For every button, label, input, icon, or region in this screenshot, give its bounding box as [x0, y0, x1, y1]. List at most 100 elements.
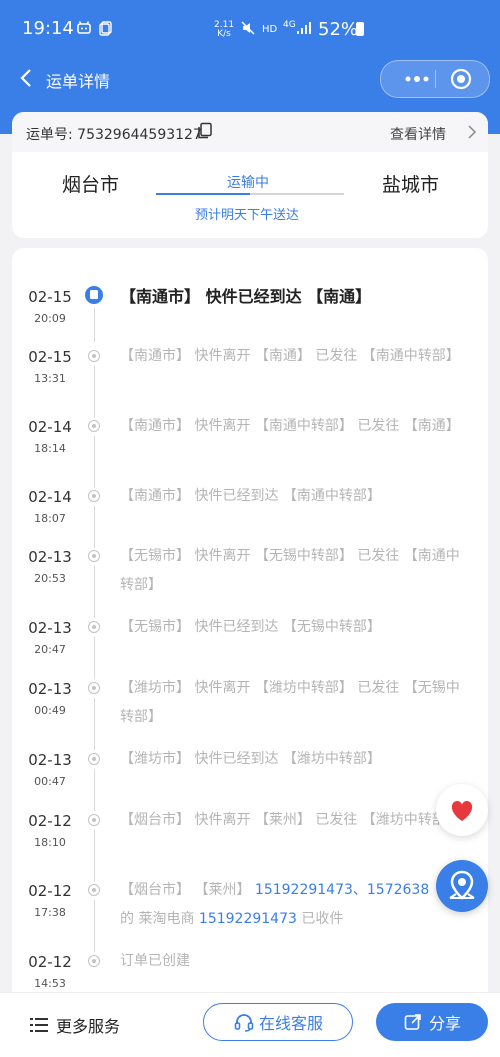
- headset-icon: [234, 1014, 254, 1032]
- tracking-timeline-card: 02-15 20:09 【南通市】 快件已经到达 【南通】 02-15 13:3…: [12, 248, 488, 1048]
- hd-indicator: HD: [262, 24, 278, 35]
- waybill-label: 运单号:: [26, 127, 73, 143]
- progress-track: [156, 193, 344, 195]
- customer-service-button[interactable]: 在线客服: [203, 1003, 353, 1041]
- capsule-divider: [435, 70, 436, 88]
- event-time: 00:47: [34, 775, 66, 788]
- timeline-connector: [94, 506, 95, 548]
- battery-percent: 52%: [318, 19, 359, 40]
- status-time: 19:14: [22, 18, 74, 39]
- mini-program-capsule: [380, 60, 490, 98]
- map-location-button[interactable]: [436, 860, 488, 912]
- event-date: 02-12: [28, 882, 72, 900]
- shipment-summary-card: 运单号: 75329644593127 查看详情 烟台市 运输中 盐城市 预计明…: [12, 112, 488, 238]
- event-date: 02-14: [28, 488, 72, 506]
- share-button[interactable]: 分享: [376, 1003, 488, 1041]
- close-miniprogram-icon[interactable]: [449, 67, 473, 91]
- event-date: 02-13: [28, 548, 72, 566]
- nav-bar: 运单详情: [0, 58, 500, 104]
- bottom-action-bar: 更多服务 在线客服 分享: [0, 992, 500, 1057]
- heart-icon: [451, 800, 473, 821]
- event-text: 【南通市】 快件已经到达 【南通中转部】: [120, 488, 381, 504]
- back-icon[interactable]: [14, 66, 38, 90]
- mute-icon: [240, 20, 256, 40]
- timeline-connector: [94, 900, 95, 952]
- courier-phone-link[interactable]: 15192291473、1572638: [255, 882, 429, 898]
- network-type: 4G: [283, 20, 296, 30]
- event-text: 【烟台市】 【莱州】 15192291473、1572638 的 莱淘电商 151…: [120, 876, 460, 934]
- event-time: 20:47: [34, 643, 66, 656]
- event-date: 02-15: [28, 348, 72, 366]
- share-icon: [404, 1014, 421, 1030]
- timeline-dot-icon: [88, 350, 100, 362]
- list-icon: [30, 1018, 48, 1032]
- battery-icon: [356, 22, 364, 36]
- timeline-connector: [94, 637, 95, 679]
- map-pin-icon: [449, 870, 475, 900]
- timeline-dot-icon: [88, 682, 100, 694]
- timeline-dot-icon: [88, 490, 100, 502]
- timeline-dot-icon: [88, 420, 100, 432]
- timeline-dot-icon: [88, 621, 100, 633]
- event-text: 【潍坊市】 快件已经到达 【潍坊中转部】: [120, 751, 381, 767]
- event-date: 02-13: [28, 680, 72, 698]
- timeline-dot-icon: [88, 955, 100, 967]
- event-text: 【无锡市】 快件已经到达 【无锡中转部】: [120, 619, 381, 635]
- waybill-number: 运单号: 75329644593127: [26, 124, 202, 144]
- destination-city: 盐城市: [382, 174, 440, 196]
- event-time: 13:31: [34, 372, 66, 385]
- timeline-connector: [94, 830, 95, 882]
- timeline-connector: [94, 698, 95, 750]
- more-services-button[interactable]: 更多服务: [30, 1013, 120, 1037]
- event-time: 20:53: [34, 572, 66, 585]
- timeline-dot-icon: [88, 753, 100, 765]
- net-speed-unit: K/s: [217, 29, 231, 39]
- event-time: 18:07: [34, 512, 66, 525]
- arrived-status-icon: [85, 286, 103, 304]
- more-services-label: 更多服务: [56, 1017, 121, 1036]
- event-text: 【南通市】 快件已经到达 【南通】: [120, 287, 372, 306]
- copy-notification-icon: [98, 20, 114, 40]
- event-date: 02-13: [28, 751, 72, 769]
- page-title: 运单详情: [46, 72, 111, 91]
- signal-icon: [296, 20, 312, 40]
- event-text-part: 的 莱淘电商: [120, 911, 199, 927]
- event-text: 订单已创建: [120, 953, 190, 969]
- timeline-dot-icon: [88, 814, 100, 826]
- view-detail-link[interactable]: 查看详情: [390, 124, 446, 144]
- event-date: 02-12: [28, 812, 72, 830]
- more-icon[interactable]: [397, 69, 437, 89]
- event-date: 02-14: [28, 418, 72, 436]
- estimated-delivery: 预计明天下午送达: [195, 208, 300, 223]
- person-dot-icon: [88, 884, 100, 896]
- waybill-value: 75329644593127: [77, 127, 202, 143]
- app-notification-icon: [76, 20, 92, 40]
- chevron-right-icon[interactable]: [466, 124, 478, 140]
- copy-icon[interactable]: [196, 122, 214, 140]
- shipping-status: 运输中: [227, 175, 269, 191]
- origin-city: 烟台市: [62, 174, 120, 196]
- status-bar: 19:14 2.11 K/s HD 4G 52%: [0, 0, 500, 58]
- timeline-connector: [94, 436, 95, 488]
- event-text: 【南通市】 快件离开 【南通中转部】 已发往 【南通】: [120, 418, 460, 434]
- event-time: 14:53: [34, 977, 66, 990]
- event-text: 【无锡市】 快件离开 【无锡中转部】 已发往 【南通中转部】: [120, 548, 460, 593]
- event-text-part: 【烟台市】 【莱州】: [120, 882, 255, 898]
- timeline-dot-icon: [88, 550, 100, 562]
- timeline-connector: [94, 566, 95, 618]
- event-time: 20:09: [34, 312, 66, 325]
- event-time: 18:10: [34, 836, 66, 849]
- event-text: 【烟台市】 快件离开 【莱州】 已发往 【潍坊中转部】: [120, 812, 460, 828]
- timeline-connector: [94, 366, 95, 418]
- favorite-button[interactable]: [436, 784, 488, 836]
- event-time: 18:14: [34, 442, 66, 455]
- event-date: 02-15: [28, 288, 72, 306]
- event-time: 00:49: [34, 704, 66, 717]
- timeline-connector: [94, 308, 95, 342]
- courier-phone-link[interactable]: 15192291473: [199, 911, 297, 927]
- timeline-connector: [94, 769, 95, 811]
- share-label: 分享: [428, 1014, 461, 1033]
- event-date: 02-12: [28, 953, 72, 971]
- event-text: 【潍坊市】 快件离开 【潍坊中转部】 已发往 【无锡中转部】: [120, 680, 460, 725]
- event-date: 02-13: [28, 619, 72, 637]
